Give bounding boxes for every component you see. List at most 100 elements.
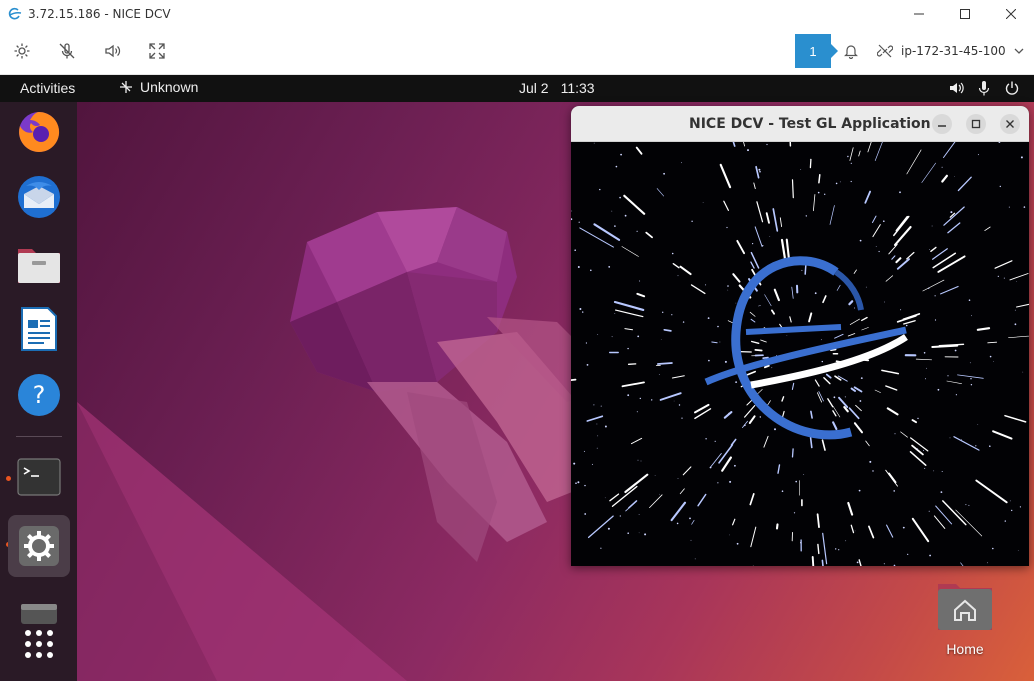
ubuntu-dock: ? xyxy=(0,102,77,681)
star-dot xyxy=(578,221,580,223)
star-dot xyxy=(671,314,673,316)
star-dot xyxy=(878,250,880,253)
gl-window-titlebar[interactable]: NICE DCV - Test GL Application xyxy=(571,106,1029,142)
star-dot xyxy=(850,162,852,164)
microphone-icon xyxy=(978,81,990,96)
fullscreen-button[interactable] xyxy=(146,40,168,62)
notification-count-badge[interactable]: 1 xyxy=(795,34,838,68)
gl-maximize-button[interactable] xyxy=(966,114,986,134)
star-dot xyxy=(705,438,707,440)
star-dot xyxy=(803,474,805,475)
host-menu-button[interactable] xyxy=(1008,40,1030,62)
star-dot xyxy=(709,466,712,469)
star-dot xyxy=(961,439,962,440)
dock-help[interactable]: ? xyxy=(14,370,64,420)
star-streak xyxy=(818,174,821,184)
star-dot xyxy=(814,292,817,295)
star-dot xyxy=(989,445,991,448)
clock-date: Jul 2 xyxy=(519,80,549,96)
system-tray[interactable] xyxy=(948,80,1020,96)
app-menu[interactable]: Unknown xyxy=(118,79,198,95)
folder-icon xyxy=(18,249,60,283)
star-dot xyxy=(585,342,587,344)
show-apps-button[interactable] xyxy=(14,619,64,669)
thunderbird-icon xyxy=(18,176,60,218)
star-dot xyxy=(577,481,580,484)
speaker-button[interactable] xyxy=(101,40,123,62)
close-button[interactable] xyxy=(988,0,1034,27)
star-dot xyxy=(992,547,994,550)
star-dot xyxy=(999,185,1001,188)
dock-settings[interactable] xyxy=(8,515,70,577)
star-dot xyxy=(596,447,598,449)
star-dot xyxy=(607,527,610,530)
star-dot xyxy=(845,540,847,542)
gl-minimize-button[interactable] xyxy=(932,114,952,134)
activities-button[interactable]: Activities xyxy=(20,80,75,96)
star-dot xyxy=(708,359,710,362)
dock-terminal[interactable] xyxy=(14,452,64,502)
star-dot xyxy=(663,172,665,175)
star-dot xyxy=(694,558,696,560)
star-dot xyxy=(993,361,994,362)
star-dot xyxy=(968,299,971,301)
star-dot xyxy=(989,355,992,358)
star-dot xyxy=(774,428,776,431)
gl-test-window[interactable]: NICE DCV - Test GL Application xyxy=(571,106,1029,566)
star-dot xyxy=(762,245,764,247)
connection-status-button[interactable] xyxy=(874,40,896,62)
star-streak xyxy=(791,448,794,458)
star-dot xyxy=(856,561,859,564)
star-dot xyxy=(899,191,901,194)
star-dot xyxy=(954,349,957,352)
dock-files[interactable] xyxy=(14,239,64,289)
star-dot xyxy=(573,462,576,465)
star-dot xyxy=(689,517,691,520)
notifications-button[interactable] xyxy=(840,40,862,62)
window-title: 3.72.15.186 - NICE DCV xyxy=(28,6,171,21)
star-dot xyxy=(894,433,896,435)
clock[interactable]: Jul 2 11:33 xyxy=(519,80,595,96)
network-icon xyxy=(120,81,132,93)
dock-firefox[interactable] xyxy=(14,107,64,157)
star-dot xyxy=(766,143,768,146)
home-label: Home xyxy=(946,641,984,657)
dock-thunderbird[interactable] xyxy=(14,172,64,222)
star-dot xyxy=(627,532,629,534)
home-folder-desktop-icon[interactable]: Home xyxy=(935,580,995,657)
star-dot xyxy=(965,504,967,506)
star-dot xyxy=(662,311,664,313)
dock-libreoffice-writer[interactable] xyxy=(14,304,64,354)
star-dot xyxy=(690,539,692,541)
window-titlebar: 3.72.15.186 - NICE DCV xyxy=(0,0,1034,27)
star-dot xyxy=(869,460,872,463)
star-dot xyxy=(977,424,979,426)
star-dot xyxy=(637,335,640,338)
star-dot xyxy=(933,470,935,472)
microphone-button[interactable] xyxy=(56,40,78,62)
star-dot xyxy=(682,321,685,323)
maximize-button[interactable] xyxy=(942,0,988,27)
star-dot xyxy=(714,440,716,442)
settings-button[interactable] xyxy=(11,40,33,62)
chevron-down-icon xyxy=(1014,48,1024,54)
star-dot xyxy=(584,484,586,487)
star-dot xyxy=(884,301,885,303)
star-dot xyxy=(615,165,618,168)
star-dot xyxy=(1011,509,1013,512)
dcv-toolbar: 1 ip-172-31-45-100 xyxy=(0,27,1034,75)
star-dot xyxy=(893,490,895,492)
gl-close-button[interactable] xyxy=(1000,114,1020,134)
star-dot xyxy=(997,275,999,277)
gl-render-canvas[interactable] xyxy=(571,142,1029,566)
star-dot xyxy=(865,286,867,288)
star-dot xyxy=(729,534,730,536)
star-dot xyxy=(637,459,639,461)
minimize-button[interactable] xyxy=(896,0,942,27)
remote-desktop[interactable]: Activities Unknown Jul 2 11:33 ? NICE DC… xyxy=(0,75,1034,681)
star-dot xyxy=(577,266,580,268)
star-dot xyxy=(575,482,577,485)
star-dot xyxy=(801,269,803,271)
star-dot xyxy=(941,471,943,472)
star-dot xyxy=(941,166,943,168)
